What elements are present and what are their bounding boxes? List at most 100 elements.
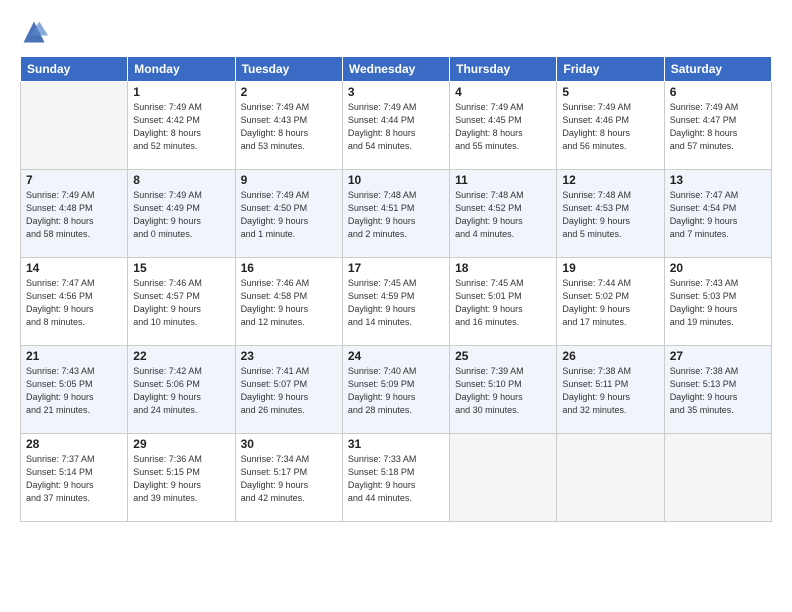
calendar-body: 1 Sunrise: 7:49 AM Sunset: 4:42 PM Daylig… [21, 82, 772, 522]
calendar-header: SundayMondayTuesdayWednesdayThursdayFrid… [21, 57, 772, 82]
day-cell: 1 Sunrise: 7:49 AM Sunset: 4:42 PM Daylig… [128, 82, 235, 170]
day-info: Sunrise: 7:48 AM Sunset: 4:51 PM Dayligh… [348, 189, 444, 241]
day-header-monday: Monday [128, 57, 235, 82]
day-info: Sunrise: 7:38 AM Sunset: 5:13 PM Dayligh… [670, 365, 766, 417]
day-number: 13 [670, 173, 766, 187]
day-info: Sunrise: 7:48 AM Sunset: 4:53 PM Dayligh… [562, 189, 658, 241]
day-cell: 13 Sunrise: 7:47 AM Sunset: 4:54 PM Dayli… [664, 170, 771, 258]
day-cell: 11Sunrise: 7:48 AM Sunset: 4:52 PM Dayli… [450, 170, 557, 258]
day-number: 27 [670, 349, 766, 363]
day-cell [664, 434, 771, 522]
day-header-sunday: Sunday [21, 57, 128, 82]
day-number: 15 [133, 261, 229, 275]
day-info: Sunrise: 7:43 AM Sunset: 5:05 PM Dayligh… [26, 365, 122, 417]
day-cell: 16 Sunrise: 7:46 AM Sunset: 4:58 PM Dayli… [235, 258, 342, 346]
week-row-5: 28 Sunrise: 7:37 AM Sunset: 5:14 PM Dayli… [21, 434, 772, 522]
day-cell: 4Sunrise: 7:49 AM Sunset: 4:45 PM Daylig… [450, 82, 557, 170]
day-info: Sunrise: 7:49 AM Sunset: 4:42 PM Dayligh… [133, 101, 229, 153]
logo [20, 18, 52, 46]
day-cell: 18 Sunrise: 7:45 AM Sunset: 5:01 PM Dayli… [450, 258, 557, 346]
day-cell: 19 Sunrise: 7:44 AM Sunset: 5:02 PM Dayli… [557, 258, 664, 346]
day-number: 29 [133, 437, 229, 451]
day-cell: 14Sunrise: 7:47 AM Sunset: 4:56 PM Dayli… [21, 258, 128, 346]
week-row-1: 1 Sunrise: 7:49 AM Sunset: 4:42 PM Daylig… [21, 82, 772, 170]
day-info: Sunrise: 7:36 AM Sunset: 5:15 PM Dayligh… [133, 453, 229, 505]
page: SundayMondayTuesdayWednesdayThursdayFrid… [0, 0, 792, 612]
day-number: 26 [562, 349, 658, 363]
day-number: 8 [133, 173, 229, 187]
day-cell: 10 Sunrise: 7:48 AM Sunset: 4:51 PM Dayli… [342, 170, 449, 258]
day-number: 17 [348, 261, 444, 275]
day-info: Sunrise: 7:49 AM Sunset: 4:47 PM Dayligh… [670, 101, 766, 153]
day-cell: 15 Sunrise: 7:46 AM Sunset: 4:57 PM Dayli… [128, 258, 235, 346]
day-info: Sunrise: 7:45 AM Sunset: 5:01 PM Dayligh… [455, 277, 551, 329]
day-number: 28 [26, 437, 122, 451]
day-cell: 8Sunrise: 7:49 AM Sunset: 4:49 PM Daylig… [128, 170, 235, 258]
day-cell: 22Sunrise: 7:42 AM Sunset: 5:06 PM Dayli… [128, 346, 235, 434]
day-number: 21 [26, 349, 122, 363]
day-number: 19 [562, 261, 658, 275]
day-number: 3 [348, 85, 444, 99]
day-header-tuesday: Tuesday [235, 57, 342, 82]
day-cell: 21 Sunrise: 7:43 AM Sunset: 5:05 PM Dayli… [21, 346, 128, 434]
week-row-3: 14Sunrise: 7:47 AM Sunset: 4:56 PM Dayli… [21, 258, 772, 346]
day-number: 20 [670, 261, 766, 275]
header [20, 18, 772, 46]
day-cell [450, 434, 557, 522]
day-header-wednesday: Wednesday [342, 57, 449, 82]
day-number: 6 [670, 85, 766, 99]
day-info: Sunrise: 7:49 AM Sunset: 4:45 PM Dayligh… [455, 101, 551, 153]
day-number: 24 [348, 349, 444, 363]
day-info: Sunrise: 7:46 AM Sunset: 4:58 PM Dayligh… [241, 277, 337, 329]
day-cell: 31Sunrise: 7:33 AM Sunset: 5:18 PM Dayli… [342, 434, 449, 522]
day-number: 2 [241, 85, 337, 99]
days-of-week-row: SundayMondayTuesdayWednesdayThursdayFrid… [21, 57, 772, 82]
day-info: Sunrise: 7:49 AM Sunset: 4:44 PM Dayligh… [348, 101, 444, 153]
day-number: 25 [455, 349, 551, 363]
day-number: 30 [241, 437, 337, 451]
day-cell: 26Sunrise: 7:38 AM Sunset: 5:11 PM Dayli… [557, 346, 664, 434]
week-row-2: 7Sunrise: 7:49 AM Sunset: 4:48 PM Daylig… [21, 170, 772, 258]
day-info: Sunrise: 7:49 AM Sunset: 4:43 PM Dayligh… [241, 101, 337, 153]
day-info: Sunrise: 7:41 AM Sunset: 5:07 PM Dayligh… [241, 365, 337, 417]
day-cell: 6 Sunrise: 7:49 AM Sunset: 4:47 PM Daylig… [664, 82, 771, 170]
day-cell: 7Sunrise: 7:49 AM Sunset: 4:48 PM Daylig… [21, 170, 128, 258]
calendar: SundayMondayTuesdayWednesdayThursdayFrid… [20, 56, 772, 522]
day-number: 23 [241, 349, 337, 363]
day-number: 9 [241, 173, 337, 187]
day-number: 31 [348, 437, 444, 451]
day-info: Sunrise: 7:49 AM Sunset: 4:50 PM Dayligh… [241, 189, 337, 241]
day-info: Sunrise: 7:37 AM Sunset: 5:14 PM Dayligh… [26, 453, 122, 505]
day-cell: 28 Sunrise: 7:37 AM Sunset: 5:14 PM Dayli… [21, 434, 128, 522]
day-info: Sunrise: 7:49 AM Sunset: 4:48 PM Dayligh… [26, 189, 122, 241]
day-info: Sunrise: 7:47 AM Sunset: 4:56 PM Dayligh… [26, 277, 122, 329]
day-header-thursday: Thursday [450, 57, 557, 82]
week-row-4: 21 Sunrise: 7:43 AM Sunset: 5:05 PM Dayli… [21, 346, 772, 434]
day-cell: 24Sunrise: 7:40 AM Sunset: 5:09 PM Dayli… [342, 346, 449, 434]
day-info: Sunrise: 7:48 AM Sunset: 4:52 PM Dayligh… [455, 189, 551, 241]
day-cell: 2 Sunrise: 7:49 AM Sunset: 4:43 PM Daylig… [235, 82, 342, 170]
day-cell: 12 Sunrise: 7:48 AM Sunset: 4:53 PM Dayli… [557, 170, 664, 258]
day-info: Sunrise: 7:43 AM Sunset: 5:03 PM Dayligh… [670, 277, 766, 329]
day-cell [21, 82, 128, 170]
day-info: Sunrise: 7:47 AM Sunset: 4:54 PM Dayligh… [670, 189, 766, 241]
day-number: 1 [133, 85, 229, 99]
day-header-saturday: Saturday [664, 57, 771, 82]
day-cell: 20 Sunrise: 7:43 AM Sunset: 5:03 PM Dayli… [664, 258, 771, 346]
day-info: Sunrise: 7:44 AM Sunset: 5:02 PM Dayligh… [562, 277, 658, 329]
day-number: 10 [348, 173, 444, 187]
day-header-friday: Friday [557, 57, 664, 82]
day-cell: 29 Sunrise: 7:36 AM Sunset: 5:15 PM Dayli… [128, 434, 235, 522]
day-number: 18 [455, 261, 551, 275]
day-cell: 23 Sunrise: 7:41 AM Sunset: 5:07 PM Dayli… [235, 346, 342, 434]
day-number: 16 [241, 261, 337, 275]
day-info: Sunrise: 7:45 AM Sunset: 4:59 PM Dayligh… [348, 277, 444, 329]
day-info: Sunrise: 7:49 AM Sunset: 4:46 PM Dayligh… [562, 101, 658, 153]
day-info: Sunrise: 7:39 AM Sunset: 5:10 PM Dayligh… [455, 365, 551, 417]
general-blue-logo-icon [20, 18, 48, 46]
day-cell: 25 Sunrise: 7:39 AM Sunset: 5:10 PM Dayli… [450, 346, 557, 434]
day-info: Sunrise: 7:46 AM Sunset: 4:57 PM Dayligh… [133, 277, 229, 329]
day-number: 5 [562, 85, 658, 99]
day-number: 12 [562, 173, 658, 187]
day-cell: 3 Sunrise: 7:49 AM Sunset: 4:44 PM Daylig… [342, 82, 449, 170]
